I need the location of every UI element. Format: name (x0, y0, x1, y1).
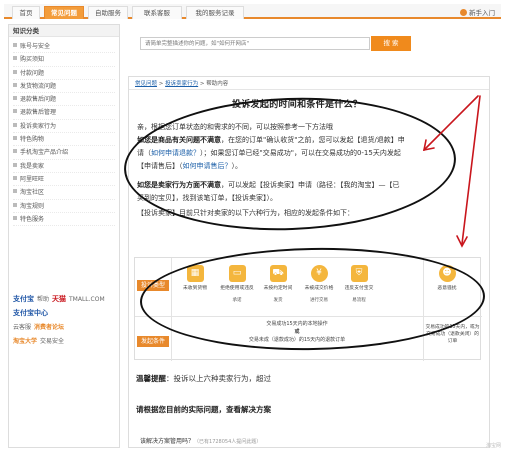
sidebar-item-payment[interactable]: 付款问题 (13, 67, 115, 80)
bullet-icon (13, 82, 17, 87)
sidebar-item-purchase-notes[interactable]: 购买须知 (13, 53, 115, 67)
bullet-icon (13, 202, 17, 207)
bullet-icon (13, 149, 17, 154)
warm-tip-label: 温馨提醒 (136, 374, 166, 383)
sidebar-item-label: 投诉卖家行为 (20, 122, 57, 130)
breadcrumb-current: 帮助内容 (206, 81, 229, 87)
warm-tip-text: ：投诉以上六种卖家行为，超过 (166, 374, 271, 383)
alipay-logo[interactable]: 支付宝 (13, 293, 34, 306)
bullet-icon (13, 109, 17, 114)
bullet-icon (13, 69, 17, 74)
newbie-guide-label: 新手入门 (469, 9, 495, 17)
tab-faq[interactable]: 常见问题 (44, 6, 84, 19)
help-icon (460, 9, 467, 16)
bullet-icon (13, 162, 17, 167)
bullet-icon (13, 96, 17, 101)
sidebar-item-label: 购买须知 (20, 56, 45, 64)
bullet-icon (13, 189, 17, 194)
bullet-icon (13, 136, 17, 141)
sidebar-item-label: 淘宝规则 (20, 202, 45, 210)
sidebar-item-account-security[interactable]: 账号与安全 (13, 40, 115, 54)
partner-logos: 支付宝 帮助 天猫 TMALL.COM 支付宝中心 云客服 消费者论坛 淘宝大学 交易安全 (13, 293, 117, 349)
top-navigation: 首页 常见问题 自助服务 联系客服 我的服务记录 新手入门 (4, 4, 501, 19)
bullet-icon (13, 43, 17, 47)
choose-solution-heading: 请根据您目前的实际问题，查看解决方案 (136, 405, 271, 414)
watermark: 淘宝网 (485, 443, 501, 449)
bullet-icon (13, 215, 17, 220)
tab-home[interactable]: 首页 (12, 6, 40, 19)
sidebar: 知识分类 账号与安全 购买须知 付款问题 发货物流问题 退款售后问题 退款售后管… (8, 24, 120, 448)
sidebar-heading: 知识分类 (9, 25, 119, 37)
bullet-icon (13, 122, 17, 127)
search-input[interactable] (140, 37, 370, 50)
warm-tip: 温馨提醒：投诉以上六种卖家行为，超过 (136, 373, 486, 384)
solution-feedback-count: （已有1728054人提问此题） (194, 439, 262, 445)
sidebar-item-refund[interactable]: 退款售后问题 (13, 93, 115, 107)
tab-self-service[interactable]: 自助服务 (88, 6, 128, 19)
sidebar-item-seller[interactable]: 我是卖家 (13, 160, 115, 173)
sidebar-item-label: 付款问题 (20, 69, 45, 77)
tmall-logo[interactable]: 天猫 (52, 293, 66, 306)
sidebar-item-label: 淘宝社区 (20, 189, 45, 197)
breadcrumb-separator: > (157, 81, 166, 87)
taobao-university-logo[interactable]: 淘宝大学 (13, 335, 37, 348)
sidebar-item-community[interactable]: 淘宝社区 (13, 186, 115, 200)
sidebar-item-label: 阿里旺旺 (20, 175, 45, 183)
breadcrumb: 常见问题 > 投诉卖家行为 > 帮助内容 (135, 79, 228, 87)
cloud-service-logo[interactable]: 云客服 (13, 321, 31, 334)
sidebar-item-label: 账号与安全 (20, 43, 51, 50)
sidebar-item-complain-seller[interactable]: 投诉卖家行为 (13, 120, 115, 134)
breadcrumb-divider (129, 89, 489, 90)
sidebar-category-list: 账号与安全 购买须知 付款问题 发货物流问题 退款售后问题 退款售后管理 投诉卖… (9, 37, 119, 227)
bullet-icon (13, 56, 17, 61)
sidebar-item-special-shopping[interactable]: 特色购物 (13, 133, 115, 147)
sidebar-item-shipping[interactable]: 发货物流问题 (13, 80, 115, 94)
sidebar-item-label: 退款售后管理 (20, 109, 57, 117)
row-label-conditions: 发起条件 (137, 336, 169, 347)
newbie-guide-link[interactable]: 新手入门 (460, 7, 495, 17)
solution-feedback: 该解决方案管用吗？（已有1728054人提问此题） (140, 436, 261, 445)
trade-safety-logo[interactable]: 交易安全 (40, 335, 64, 348)
sidebar-item-label: 特色服务 (20, 215, 45, 223)
solution-feedback-question: 该解决方案管用吗？ (140, 438, 195, 445)
sidebar-item-label: 特色购物 (20, 136, 45, 144)
sidebar-item-mobile-taobao[interactable]: 手机淘宝产品介绍 (13, 146, 115, 160)
tmall-domain-label: TMALL.COM (69, 296, 105, 303)
tab-service-records[interactable]: 我的服务记录 (186, 6, 244, 19)
search-button[interactable]: 搜 索 (371, 36, 411, 51)
sidebar-item-refund-management[interactable]: 退款售后管理 (13, 106, 115, 120)
sidebar-item-label: 退款售后问题 (20, 96, 57, 104)
alipay-center-logo[interactable]: 支付宝中心 (13, 307, 48, 320)
bullet-icon (13, 175, 17, 180)
sidebar-item-label: 发货物流问题 (20, 82, 57, 90)
consumer-forum-logo[interactable]: 消费者论坛 (34, 321, 64, 334)
sidebar-item-rules[interactable]: 淘宝规则 (13, 200, 115, 213)
tab-contact-service[interactable]: 联系客服 (132, 6, 182, 19)
alipay-help-label: 帮助 (37, 296, 50, 303)
sidebar-item-label: 手机淘宝产品介绍 (20, 149, 69, 157)
sidebar-item-label: 我是卖家 (20, 162, 45, 170)
breadcrumb-complain-seller[interactable]: 投诉卖家行为 (165, 81, 198, 87)
breadcrumb-faq[interactable]: 常见问题 (135, 81, 157, 87)
sidebar-item-aliwangwang[interactable]: 阿里旺旺 (13, 173, 115, 187)
sidebar-item-special-services[interactable]: 特色服务 (13, 213, 115, 227)
